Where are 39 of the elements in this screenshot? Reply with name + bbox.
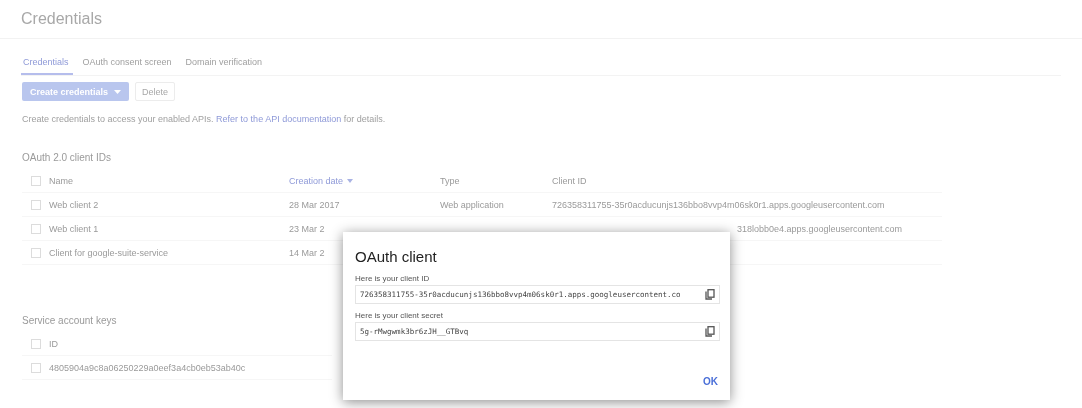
checkbox[interactable] — [31, 362, 41, 373]
checkbox[interactable] — [31, 175, 41, 186]
description-text: Create credentials to access your enabled APIs. Refer to the API documentation for details. — [22, 114, 387, 124]
checkbox[interactable] — [31, 338, 41, 349]
column-header[interactable]: Type — [440, 175, 460, 186]
api-docs-link[interactable]: Refer to the API documentation — [216, 114, 342, 124]
table-cell: 726358311755-35r0acducunjs136bbo8vvp4m06sk0r1.apps.googleusercontent.com — [552, 199, 885, 210]
field-label: Here is your client ID — [355, 274, 430, 283]
create-credentials-button[interactable]: Create credentials — [22, 82, 130, 101]
delete-button[interactable]: Delete — [135, 82, 176, 101]
sort-arrow-icon — [347, 178, 354, 183]
column-header[interactable]: Name — [49, 175, 73, 186]
table-cell: Client for google-suite-service — [49, 247, 169, 258]
page-title: Credentials — [21, 10, 102, 28]
tab[interactable]: Credentials — [21, 55, 73, 75]
column-header[interactable]: ID — [49, 338, 58, 349]
table-cell: 28 Mar 2017 — [289, 199, 340, 210]
dialog-title: OAuth client — [355, 248, 438, 265]
table-cell: 4805904a9c8a06250229a0eef3a4cb0eb53ab40c — [49, 362, 246, 373]
table-cell: 23 Mar 2 — [289, 223, 325, 234]
tab[interactable]: OAuth consent screen — [80, 55, 176, 75]
copy-icon[interactable] — [705, 289, 715, 300]
table-cell: Web client 2 — [49, 199, 99, 210]
table-cell: 318lobb0e4.apps.googleusercontent.com — [736, 223, 902, 234]
field-label: Here is your client secret — [355, 311, 444, 320]
tab[interactable]: Domain verification — [183, 55, 267, 75]
ok-button[interactable]: OK — [701, 376, 720, 387]
caret-icon — [114, 89, 122, 94]
column-header[interactable]: Client ID — [552, 175, 587, 186]
table-cell: Web client 1 — [49, 223, 99, 234]
section-title: OAuth 2.0 client IDs — [22, 152, 111, 163]
copy-icon[interactable] — [705, 326, 715, 337]
checkbox[interactable] — [31, 199, 41, 210]
section-title: Service account keys — [22, 315, 117, 326]
checkbox[interactable] — [31, 247, 41, 258]
table-cell: 14 Mar 2 — [289, 247, 325, 258]
column-header[interactable]: Creation date — [289, 175, 344, 186]
checkbox[interactable] — [31, 223, 41, 234]
table-cell: Web application — [440, 199, 504, 210]
